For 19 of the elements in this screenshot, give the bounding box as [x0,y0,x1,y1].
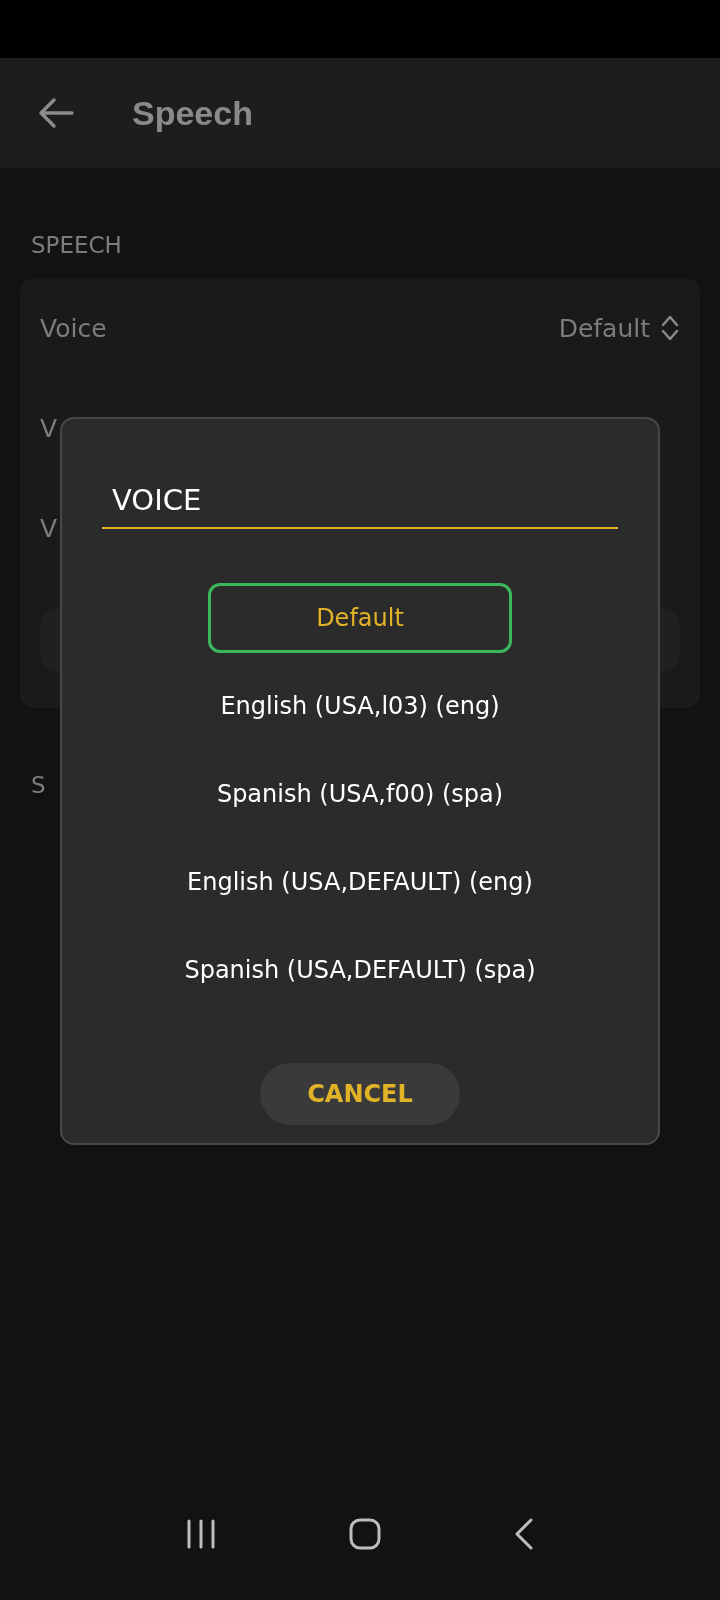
screen-title: Speech [132,93,253,133]
home-icon[interactable] [349,1518,381,1550]
dialog-title: VOICE [102,483,618,529]
up-down-chevron-icon [660,314,680,342]
voice-option[interactable]: Default [208,583,512,653]
voice-option[interactable]: Spanish (USA,DEFAULT) (spa) [171,935,549,1005]
setting-label: V [40,513,58,543]
setting-label: Voice [40,313,107,343]
voice-option[interactable]: Spanish (USA,f00) (spa) [203,759,517,829]
voice-dropdown[interactable]: Default [558,313,680,343]
voice-option[interactable]: English (USA,DEFAULT) (eng) [174,847,546,917]
recent-apps-icon[interactable] [186,1519,217,1549]
back-icon[interactable] [513,1518,534,1550]
section-header: S [31,772,46,798]
voice-option[interactable]: English (USA,l03) (eng) [207,671,513,741]
back-arrow-icon[interactable] [38,97,74,129]
setting-label: V [40,413,58,443]
cancel-button[interactable]: CANCEL [260,1063,460,1125]
section-header: SPEECH [31,232,122,258]
